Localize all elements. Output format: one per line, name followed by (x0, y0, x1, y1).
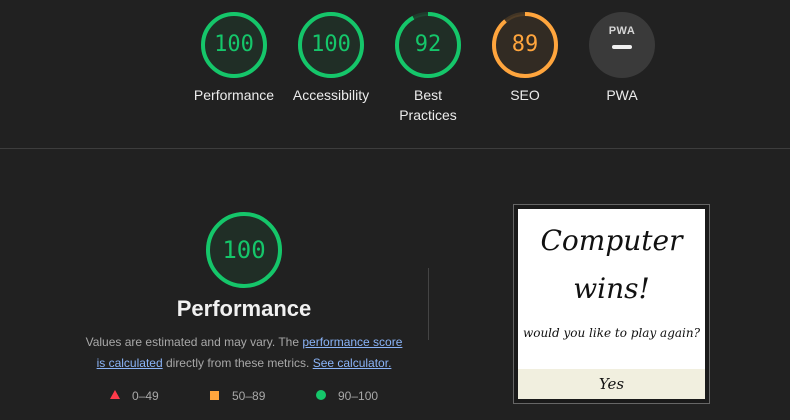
gauge-label: Best Practices (399, 87, 457, 123)
performance-title: Performance (176, 296, 312, 321)
gauge-label: Accessibility (292, 87, 370, 103)
gauge-best-practices[interactable]: 92 Best Practices (379, 12, 477, 125)
performance-gauge: 100 (206, 212, 282, 288)
headline-line1: Computer (540, 224, 683, 257)
gauge-score: 100 (214, 32, 254, 57)
gauge-ring: 100 (298, 12, 364, 78)
gauge-label: PWA (606, 87, 638, 103)
yes-button[interactable]: Yes (518, 369, 705, 399)
desc-prefix: Values are estimated and may vary. The (85, 335, 303, 349)
vertical-separator (428, 268, 429, 340)
gauge-score: 89 (511, 32, 539, 57)
square-icon (210, 391, 219, 400)
legend-range: 0–49 (132, 389, 159, 403)
screenshot-headline: Computer wins! (518, 217, 705, 313)
desc-middle: directly from these metrics. (162, 356, 313, 370)
circle-icon (316, 390, 326, 400)
performance-score: 100 (222, 236, 266, 264)
see-calculator-link[interactable]: See calculator. (313, 356, 392, 370)
gauge-pwa[interactable]: PWA PWA (573, 12, 671, 105)
screenshot-page: Computer wins! would you like to play ag… (518, 209, 705, 399)
gauge-seo[interactable]: 89 SEO (476, 12, 574, 105)
performance-score-link[interactable]: performance score (302, 335, 402, 349)
legend-range: 90–100 (338, 389, 379, 403)
pwa-badge-text: PWA (608, 25, 636, 37)
gauge-label: SEO (510, 87, 540, 103)
gauge-score: 100 (311, 32, 351, 57)
gauge-performance[interactable]: 100 Performance (185, 12, 283, 105)
pwa-dash-icon (612, 45, 632, 49)
gauge-label: Performance (193, 87, 275, 103)
pwa-badge-icon: PWA (589, 12, 655, 78)
triangle-icon (110, 390, 120, 399)
legend-range: 50–89 (232, 389, 266, 403)
gauge-ring: 89 (492, 12, 558, 78)
final-screenshot[interactable]: Computer wins! would you like to play ag… (513, 204, 710, 404)
category-gauges: 100 Performance 100 Accessibility 92 Bes… (0, 0, 790, 148)
gauge-score: 92 (414, 32, 442, 57)
is-calculated-link[interactable]: is calculated (97, 356, 163, 370)
gauge-accessibility[interactable]: 100 Accessibility (282, 12, 380, 105)
gauge-ring: PWA (589, 12, 655, 78)
headline-line2: wins! (573, 272, 650, 305)
performance-description: Values are estimated and may vary. The p… (74, 332, 414, 374)
gauge-ring: 92 (395, 12, 461, 78)
screenshot-question: would you like to play again? (522, 326, 701, 340)
section-divider (0, 148, 790, 149)
gauge-ring: 100 (201, 12, 267, 78)
